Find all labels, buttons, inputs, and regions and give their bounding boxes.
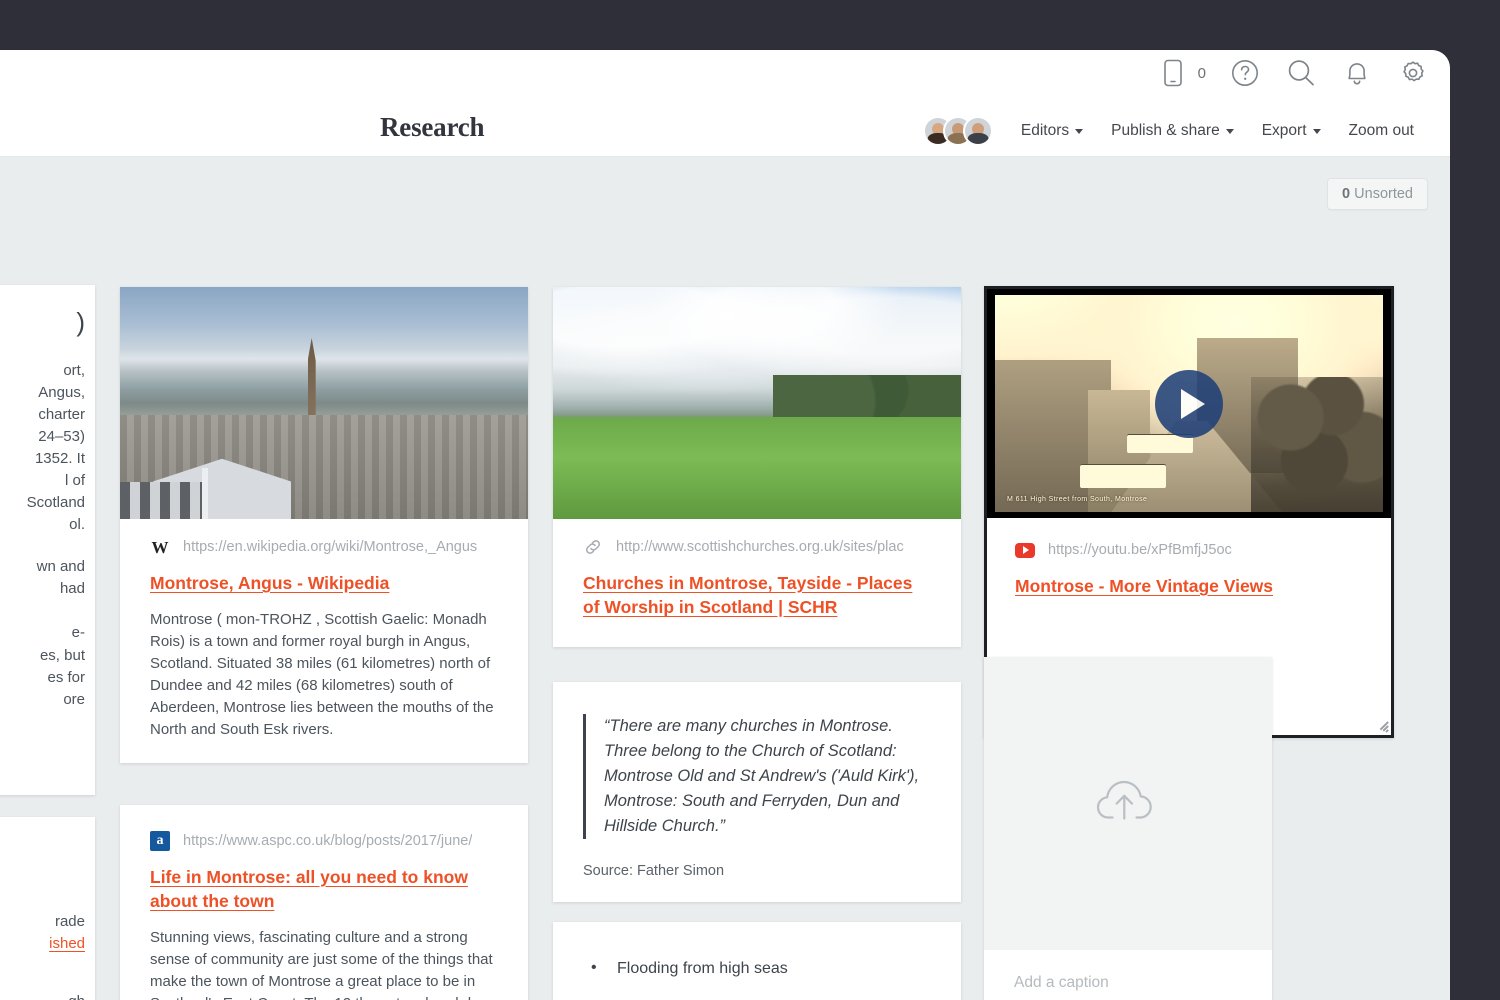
partial-line: 1352. It: [0, 448, 85, 470]
search-icon[interactable]: [1284, 56, 1318, 90]
wikipedia-card-text: Montrose ( mon-TROHZ , Scottish Gaelic: …: [150, 609, 500, 741]
editors-avatar-group[interactable]: [923, 116, 993, 146]
link-chain-icon: [583, 537, 603, 557]
partial-line: e-: [0, 622, 85, 644]
partial-line: rade: [0, 911, 85, 933]
gear-icon[interactable]: [1396, 56, 1430, 90]
mobile-device-icon[interactable]: [1156, 56, 1190, 90]
export-label: Export: [1262, 122, 1307, 140]
churches-card-title[interactable]: Churches in Montrose, Tayside - Places o…: [583, 571, 933, 619]
export-menu-button[interactable]: Export: [1248, 116, 1335, 146]
editors-menu-label: Editors: [1021, 122, 1069, 140]
chevron-down-icon: [1313, 129, 1321, 134]
research-board: ) ort, Angus, charter 24–53) 1352. It l …: [0, 157, 1450, 1000]
aspc-favicon-icon: a: [150, 831, 170, 851]
upload-caption-input[interactable]: Add a caption: [984, 950, 1272, 1000]
partial-card-left-top[interactable]: ) ort, Angus, charter 24–53) 1352. It l …: [0, 285, 95, 795]
wikipedia-favicon-icon: W: [150, 537, 170, 557]
card-aspc[interactable]: a https://www.aspc.co.uk/blog/posts/2017…: [120, 805, 528, 1000]
bell-icon[interactable]: [1340, 56, 1374, 90]
partial-line: gh: [0, 991, 85, 1000]
card-wikipedia[interactable]: W https://en.wikipedia.org/wiki/Montrose…: [120, 287, 528, 763]
partial-line: 24–53): [0, 426, 85, 448]
zoom-out-label: Zoom out: [1349, 122, 1414, 140]
partial-link[interactable]: ished: [0, 933, 85, 955]
list-item: Occasional coastal erosion: [583, 989, 931, 1000]
question-mark-circle-icon[interactable]: [1228, 56, 1262, 90]
partial-card-left-bottom[interactable]: rade ished gh: [0, 817, 95, 1000]
app-window: 0: [0, 50, 1450, 1000]
card-bullet-list[interactable]: Flooding from high seas Occasional coast…: [553, 922, 961, 1000]
partial-line: es, but: [0, 645, 85, 667]
youtube-icon: [1015, 540, 1035, 560]
publish-share-label: Publish & share: [1111, 122, 1220, 140]
youtube-card-title[interactable]: Montrose - More Vintage Views: [1015, 574, 1365, 598]
partial-line: es for: [0, 667, 85, 689]
partial-line: Angus,: [0, 382, 85, 404]
partial-line: ore: [0, 689, 85, 711]
aspc-card-title[interactable]: Life in Montrose: all you need to know a…: [150, 865, 500, 913]
quote-text: “There are many churches in Montrose. Th…: [604, 714, 931, 839]
app-header: Research Editors: [0, 105, 1450, 157]
editors-menu-button[interactable]: Editors: [1007, 116, 1097, 146]
partial-line: charter: [0, 404, 85, 426]
card-scottish-churches[interactable]: http://www.scottishchurches.org.uk/sites…: [553, 287, 961, 647]
list-item: Flooding from high seas: [583, 950, 931, 989]
wikipedia-card-title[interactable]: Montrose, Angus - Wikipedia: [150, 571, 500, 595]
partial-line: had: [0, 578, 85, 600]
video-thumbnail[interactable]: M 611 High Street from South, Montrose: [987, 289, 1391, 518]
aspc-card-text: Stunning views, fascinating culture and …: [150, 927, 500, 1000]
chevron-down-icon: [1226, 129, 1234, 134]
wikipedia-source-url: https://en.wikipedia.org/wiki/Montrose,_…: [183, 539, 477, 555]
top-icon-strip: 0: [0, 50, 1450, 105]
zoom-out-button[interactable]: Zoom out: [1335, 116, 1428, 146]
upload-dropzone[interactable]: [984, 657, 1272, 950]
photo-caption-text: M 611 High Street from South, Montrose: [1007, 496, 1147, 503]
card-quote[interactable]: “There are many churches in Montrose. Th…: [553, 682, 961, 902]
resize-handle[interactable]: [1374, 718, 1388, 732]
quote-source: Source: Father Simon: [583, 863, 931, 879]
partial-line: l of: [0, 470, 85, 492]
aspc-source-url: https://www.aspc.co.uk/blog/posts/2017/j…: [183, 833, 472, 849]
churches-card-image: [553, 287, 961, 519]
partial-line: ort,: [0, 360, 85, 382]
partial-line: wn and: [0, 556, 85, 578]
partial-line: Scotland: [0, 492, 85, 514]
churches-source-url: http://www.scottishchurches.org.uk/sites…: [616, 539, 904, 555]
cloud-upload-icon: [1092, 772, 1164, 835]
play-button-icon[interactable]: [1155, 370, 1223, 438]
editor-avatar-3[interactable]: [963, 116, 993, 146]
device-count-label: 0: [1198, 65, 1206, 82]
page-title: Research: [380, 112, 484, 143]
partial-line: ol.: [0, 514, 85, 536]
youtube-source-url: https://youtu.be/xPfBmfjJ5oc: [1048, 542, 1232, 558]
chevron-down-icon: [1075, 129, 1083, 134]
card-upload-placeholder[interactable]: Add a caption: [984, 657, 1272, 1000]
publish-share-menu-button[interactable]: Publish & share: [1097, 116, 1248, 146]
wikipedia-card-image: [120, 287, 528, 519]
partial-head: ): [0, 307, 85, 338]
